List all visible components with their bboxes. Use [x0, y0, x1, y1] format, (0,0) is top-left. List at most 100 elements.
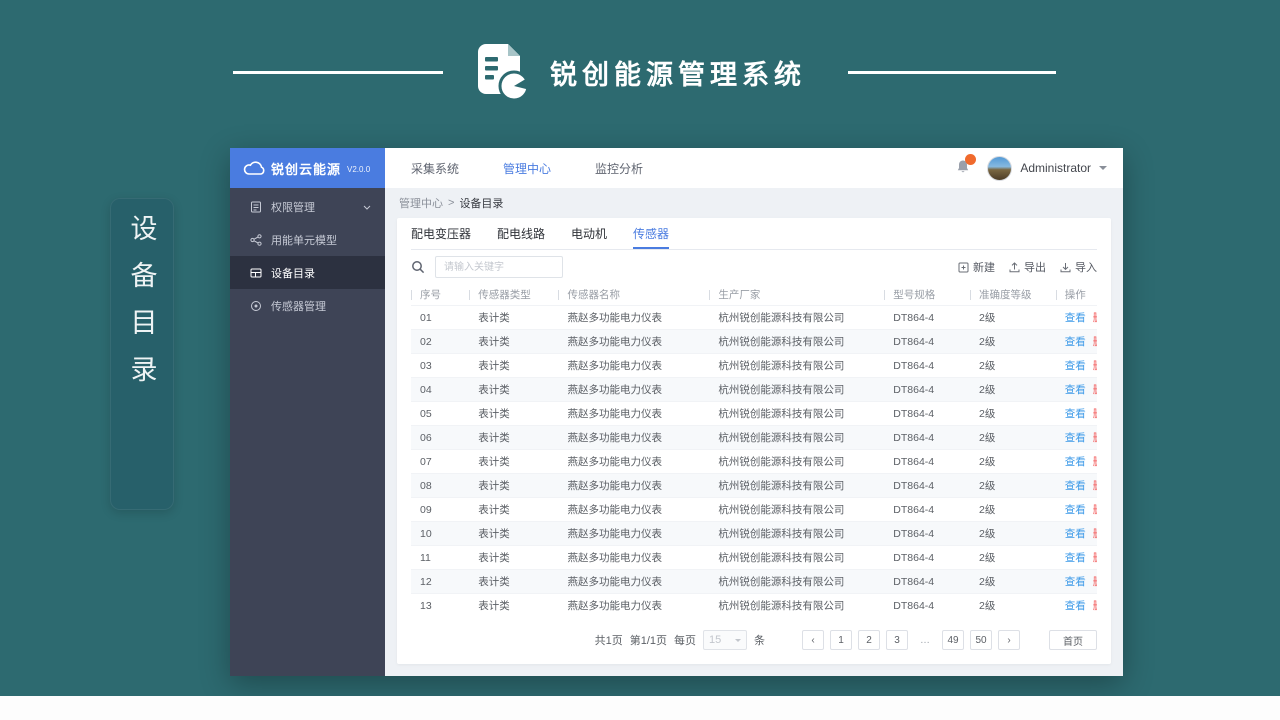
nav-item-management[interactable]: 管理中心 [503, 160, 551, 177]
delete-link[interactable]: 删除 [1093, 598, 1097, 613]
next-page-button[interactable]: › [998, 630, 1020, 650]
tab-power-line[interactable]: 配电线路 [497, 218, 545, 249]
table-row: 12 表计类 燕赵多功能电力仪表 杭州锐创能源科技有限公司 DT864-4 2级… [411, 569, 1097, 593]
nav-item-monitoring[interactable]: 监控分析 [595, 160, 643, 177]
cell-model: DT864-4 [893, 575, 935, 588]
cell-serial: 05 [420, 407, 432, 420]
cell-actions: 查看 删除 [1056, 502, 1097, 517]
delete-link[interactable]: 删除 [1093, 430, 1097, 445]
cell-serial: 04 [420, 383, 432, 396]
page-number-button[interactable]: 2 [858, 630, 880, 650]
cell-manufacturer: 杭州锐创能源科技有限公司 [718, 456, 845, 468]
cell-actions: 查看 删除 [1056, 478, 1097, 493]
side-label-card: 设备目录 [110, 198, 174, 510]
delete-link[interactable]: 删除 [1093, 478, 1097, 493]
sidebar: 权限管理 用能单元模型 设备目录 传感器管理 [230, 188, 385, 676]
delete-link[interactable]: 删除 [1093, 550, 1097, 565]
tab-sensor[interactable]: 传感器 [633, 218, 670, 249]
cell-accuracy: 2级 [979, 336, 996, 348]
view-link[interactable]: 查看 [1065, 454, 1086, 469]
sidebar-item-energy-unit-model[interactable]: 用能单元模型 [230, 223, 385, 256]
delete-link[interactable]: 删除 [1093, 382, 1097, 397]
sidebar-item-permissions[interactable]: 权限管理 [230, 190, 385, 223]
cell-manufacturer: 杭州锐创能源科技有限公司 [718, 552, 845, 564]
nav-item-collection[interactable]: 采集系统 [411, 160, 459, 177]
cell-accuracy: 2级 [979, 576, 996, 588]
view-link[interactable]: 查看 [1065, 478, 1086, 493]
view-link[interactable]: 查看 [1065, 406, 1086, 421]
prev-page-button[interactable]: ‹ [802, 630, 824, 650]
view-link[interactable]: 查看 [1065, 574, 1086, 589]
first-page-button[interactable]: 首页 [1049, 630, 1097, 650]
cell-actions: 查看 删除 [1056, 574, 1097, 589]
sidebar-item-sensor-management[interactable]: 传感器管理 [230, 289, 385, 322]
cell-manufacturer: 杭州锐创能源科技有限公司 [718, 336, 845, 348]
column-header: 型号规格 [884, 287, 970, 302]
new-button[interactable]: 新建 [958, 259, 995, 275]
cell-actions: 查看 删除 [1056, 598, 1097, 613]
delete-link[interactable]: 删除 [1093, 406, 1097, 421]
cell-accuracy: 2级 [979, 600, 996, 612]
view-link[interactable]: 查看 [1065, 430, 1086, 445]
sidebar-item-label: 权限管理 [271, 201, 315, 214]
grid-icon [250, 267, 262, 279]
column-header: 传感器类型 [469, 287, 558, 302]
view-link[interactable]: 查看 [1065, 358, 1086, 373]
caret-down-icon[interactable] [1099, 166, 1107, 174]
view-link[interactable]: 查看 [1065, 502, 1086, 517]
cell-accuracy: 2级 [979, 432, 996, 444]
cell-model: DT864-4 [893, 359, 935, 372]
cell-accuracy: 2级 [979, 384, 996, 396]
delete-link[interactable]: 删除 [1093, 526, 1097, 541]
delete-link[interactable]: 删除 [1093, 334, 1097, 349]
cell-actions: 查看 删除 [1056, 358, 1097, 373]
view-link[interactable]: 查看 [1065, 526, 1086, 541]
cell-sensor-type: 表计类 [478, 504, 510, 516]
page-number-button[interactable]: 49 [942, 630, 964, 650]
delete-link[interactable]: 删除 [1093, 310, 1097, 325]
tab-motor[interactable]: 电动机 [571, 218, 607, 249]
cell-sensor-name: 燕赵多功能电力仪表 [567, 504, 662, 516]
page-buttons: 1 2 3 … 49 50 [830, 630, 992, 650]
avatar[interactable] [987, 155, 1013, 181]
cell-sensor-name: 燕赵多功能电力仪表 [567, 528, 662, 540]
view-link[interactable]: 查看 [1065, 382, 1086, 397]
cell-serial: 02 [420, 335, 432, 348]
page-title: 锐创能源管理系统 [550, 59, 806, 90]
page-number-button[interactable]: 1 [830, 630, 852, 650]
delete-link[interactable]: 删除 [1093, 454, 1097, 469]
column-header: 序号 [411, 287, 469, 302]
chevron-down-icon [363, 201, 371, 213]
breadcrumb-parent[interactable]: 管理中心 [399, 195, 443, 211]
page-number-button[interactable]: 50 [970, 630, 992, 650]
export-button[interactable]: 导出 [1009, 259, 1046, 275]
view-link[interactable]: 查看 [1065, 334, 1086, 349]
table-row: 08 表计类 燕赵多功能电力仪表 杭州锐创能源科技有限公司 DT864-4 2级… [411, 473, 1097, 497]
view-link[interactable]: 查看 [1065, 550, 1086, 565]
table-row: 09 表计类 燕赵多功能电力仪表 杭州锐创能源科技有限公司 DT864-4 2级… [411, 497, 1097, 521]
cell-sensor-type: 表计类 [478, 384, 510, 396]
search-input[interactable] [435, 256, 563, 278]
cell-manufacturer: 杭州锐创能源科技有限公司 [718, 576, 845, 588]
import-button[interactable]: 导入 [1060, 259, 1097, 275]
tab-transformer[interactable]: 配电变压器 [411, 218, 471, 249]
cell-serial: 06 [420, 431, 432, 444]
view-link[interactable]: 查看 [1065, 598, 1086, 613]
cell-model: DT864-4 [893, 479, 935, 492]
sidebar-item-label: 设备目录 [271, 267, 315, 280]
delete-link[interactable]: 删除 [1093, 502, 1097, 517]
notifications-button[interactable] [955, 153, 977, 178]
tab-bar: 配电变压器 配电线路 电动机 传感器 [411, 218, 1097, 250]
delete-link[interactable]: 删除 [1093, 358, 1097, 373]
cell-model: DT864-4 [893, 527, 935, 540]
sidebar-item-device-catalog[interactable]: 设备目录 [230, 256, 385, 289]
cell-sensor-name: 燕赵多功能电力仪表 [567, 576, 662, 588]
page-number-button[interactable]: 3 [886, 630, 908, 650]
per-page-select[interactable]: 15 [703, 630, 747, 650]
view-link[interactable]: 查看 [1065, 310, 1086, 325]
delete-link[interactable]: 删除 [1093, 574, 1097, 589]
column-header: 操作 [1056, 287, 1097, 302]
cell-manufacturer: 杭州锐创能源科技有限公司 [718, 480, 845, 492]
cell-model: DT864-4 [893, 407, 935, 420]
cell-actions: 查看 删除 [1056, 382, 1097, 397]
